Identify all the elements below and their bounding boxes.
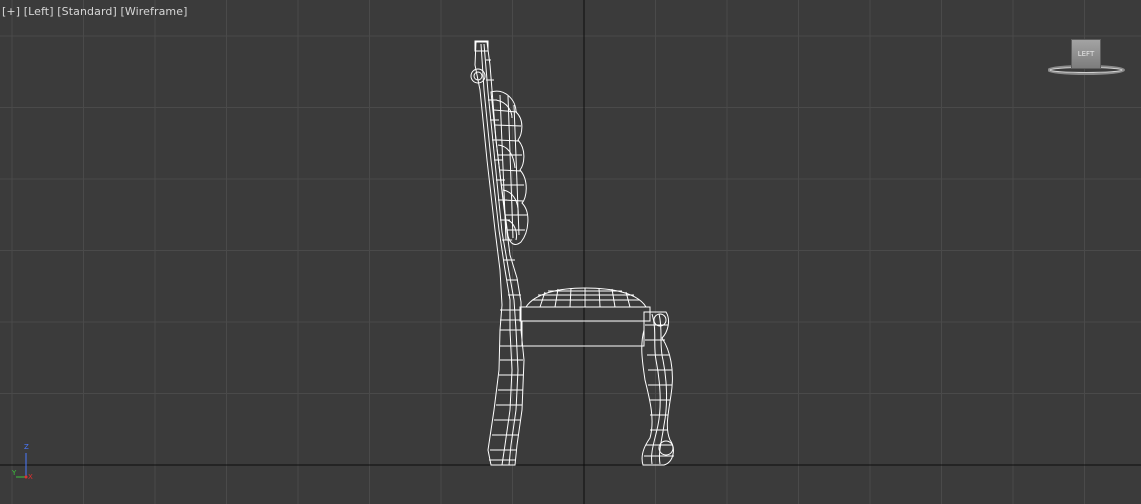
chair-wireframe[interactable]: [470, 40, 674, 466]
viewcube-face-left[interactable]: LEFT: [1071, 39, 1101, 69]
viewport-left-wireframe[interactable]: [+] [Left] [Standard] [Wireframe] LEFT Z…: [0, 0, 1141, 504]
x-axis-label: X: [28, 473, 33, 481]
viewport-shading-standard[interactable]: [Standard]: [57, 5, 117, 18]
chair-back-leg-segments: [486, 59, 523, 461]
viewport-point-of-view[interactable]: [Left]: [24, 5, 54, 18]
viewport-display-mode[interactable]: [Wireframe]: [120, 5, 187, 18]
viewport-label: [+] [Left] [Standard] [Wireframe]: [2, 5, 188, 18]
chair-seat-cushion: [525, 287, 647, 308]
z-axis-label: Z: [24, 443, 29, 451]
grid: [0, 0, 1141, 504]
chair-back-cushion: [490, 90, 529, 245]
viewport-menu-plus[interactable]: [+]: [2, 5, 20, 18]
chair-seat-rail: [500, 306, 651, 347]
viewport-canvas[interactable]: [0, 0, 1141, 504]
axis-tripod: Z Y X: [12, 443, 44, 483]
viewcube[interactable]: LEFT: [1048, 37, 1126, 77]
chair-front-leg: [641, 311, 674, 466]
y-axis-label: Y: [12, 469, 17, 477]
